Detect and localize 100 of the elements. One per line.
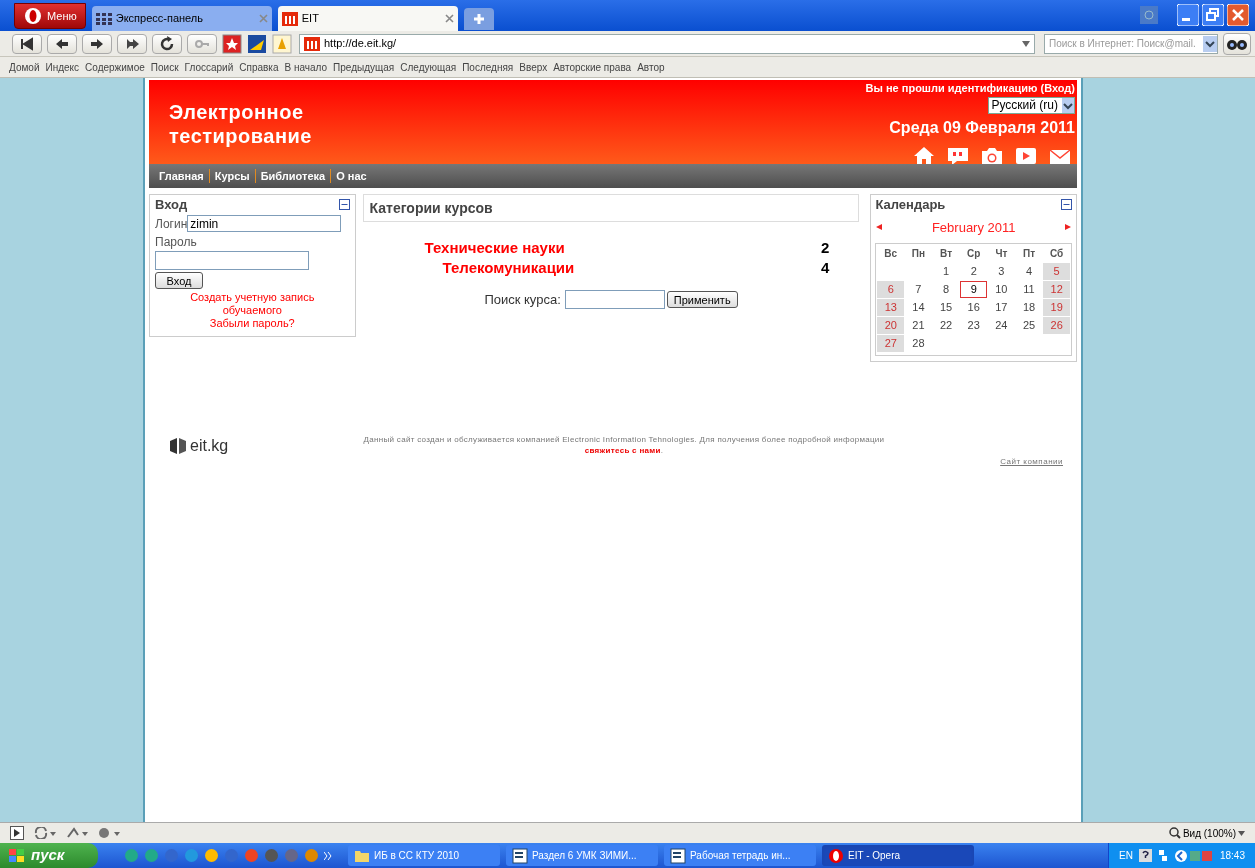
calendar-day[interactable]: 2 bbox=[960, 263, 988, 280]
apply-button[interactable]: Применить bbox=[666, 291, 738, 309]
chevron-icon[interactable] bbox=[324, 851, 332, 860]
nav-link[interactable]: Следующая bbox=[400, 59, 457, 75]
calendar-day[interactable]: 8 bbox=[932, 281, 960, 298]
search-field[interactable] bbox=[564, 290, 665, 310]
calendar-day[interactable]: 24 bbox=[988, 317, 1015, 334]
calendar-day[interactable]: 9 bbox=[960, 281, 988, 298]
calendar-day[interactable]: 22 bbox=[932, 317, 960, 334]
first-page-button[interactable] bbox=[12, 33, 42, 54]
search-field[interactable]: Поиск в Интернет: Поиск@mail. bbox=[1044, 33, 1218, 54]
collapse-icon[interactable] bbox=[1061, 199, 1072, 211]
nav-link[interactable]: Последняя bbox=[462, 59, 514, 75]
app-icon[interactable] bbox=[204, 848, 219, 863]
login-button[interactable]: Вход bbox=[155, 271, 203, 289]
menu-link[interactable]: Главная bbox=[159, 167, 204, 185]
footer-text: Данный сайт создан и обслуживается компанией Electronic Information Tehnologies. Для получения более подробной информации свяжитесь с нами. bbox=[362, 434, 886, 456]
video-icon[interactable] bbox=[1015, 145, 1037, 166]
calendar-day[interactable]: 21 bbox=[905, 317, 932, 334]
next-icon[interactable] bbox=[1065, 224, 1071, 231]
calendar-day[interactable]: 12 bbox=[1043, 281, 1070, 298]
search-button[interactable] bbox=[1223, 32, 1251, 55]
menu-link[interactable]: Курсы bbox=[214, 167, 250, 185]
nav-link[interactable]: Глоссарий bbox=[184, 59, 234, 75]
minimize-icon[interactable] bbox=[1177, 4, 1199, 26]
nav-link[interactable]: Авторские права bbox=[553, 59, 632, 75]
calendar-day[interactable]: 18 bbox=[1015, 299, 1043, 316]
taskbar-button[interactable]: Рабочая тетрадь ин... bbox=[664, 845, 816, 866]
back-button[interactable] bbox=[47, 33, 77, 54]
tab[interactable]: EIT bbox=[277, 6, 458, 31]
plane-icon[interactable] bbox=[247, 33, 267, 54]
calendar-day[interactable]: 23 bbox=[960, 317, 988, 334]
nav-link[interactable]: Автор bbox=[637, 59, 665, 75]
tab[interactable]: Экспресс-панель bbox=[91, 6, 272, 31]
calendar-day[interactable]: 19 bbox=[1043, 299, 1070, 316]
calendar-day[interactable]: 5 bbox=[1043, 263, 1070, 280]
field-label: Пароль bbox=[155, 233, 198, 251]
calendar-day[interactable]: 14 bbox=[905, 299, 932, 316]
document-icon bbox=[670, 847, 686, 864]
new-tab-button[interactable] bbox=[463, 8, 494, 30]
calendar-day[interactable]: 27 bbox=[877, 335, 905, 352]
home-icon[interactable] bbox=[913, 145, 935, 166]
menu-link[interactable]: О нас bbox=[336, 167, 367, 185]
calendar-day[interactable]: 10 bbox=[988, 281, 1015, 298]
contact-link[interactable]: свяжитесь с нами bbox=[584, 446, 661, 455]
calendar-day[interactable]: 7 bbox=[905, 281, 932, 298]
collapse-icon[interactable] bbox=[338, 199, 350, 211]
calendar-day[interactable]: 1 bbox=[932, 263, 960, 280]
language-select[interactable]: Русский (ru) bbox=[988, 96, 1075, 114]
taskbar-button[interactable]: EIT - Opera bbox=[822, 845, 974, 866]
nav-link[interactable]: Индекс bbox=[45, 59, 80, 75]
calendar-day[interactable]: 28 bbox=[905, 335, 932, 352]
link[interactable]: Забыли пароль? bbox=[177, 316, 328, 330]
close-icon[interactable] bbox=[444, 14, 454, 23]
menu-link[interactable]: Библиотека bbox=[260, 167, 326, 185]
panel-toggle-icon[interactable] bbox=[10, 826, 24, 840]
taskbar-button[interactable]: Раздел 6 УМК ЗИМИ... bbox=[506, 845, 658, 866]
link[interactable]: Создать учетную запись обучаемого bbox=[177, 290, 328, 317]
globe-icon[interactable] bbox=[98, 827, 120, 839]
sync-icon[interactable] bbox=[34, 827, 56, 839]
login-field[interactable]: zimin bbox=[187, 215, 342, 232]
reload-button[interactable] bbox=[152, 33, 182, 54]
calendar-day[interactable]: 20 bbox=[877, 317, 905, 334]
camera-icon[interactable] bbox=[981, 145, 1003, 166]
previous-icon[interactable] bbox=[876, 224, 883, 231]
zoom-button[interactable]: Вид (100%) bbox=[1168, 825, 1245, 841]
windows-logo-icon bbox=[8, 847, 26, 864]
calendar-day[interactable]: 4 bbox=[1015, 263, 1043, 280]
nav-link[interactable]: Предыдущая bbox=[333, 59, 395, 75]
weekday-label: Вс bbox=[883, 247, 899, 261]
forward-button[interactable] bbox=[82, 33, 112, 54]
date-text: Среда 09 Февраля 2011 bbox=[889, 117, 1075, 138]
restore-icon[interactable] bbox=[1202, 4, 1224, 26]
calendar-day[interactable]: 3 bbox=[988, 263, 1015, 280]
taskbar-button[interactable]: ИБ в СС КТУ 2010 bbox=[348, 845, 500, 866]
company-link[interactable]: Сайт компании bbox=[1000, 456, 1063, 468]
calendar-day[interactable]: 15 bbox=[932, 299, 960, 316]
menu-button[interactable]: Меню bbox=[14, 3, 86, 29]
nav-link[interactable]: Домой bbox=[9, 59, 40, 75]
weekday-label: Пн bbox=[910, 247, 926, 261]
calendar-day[interactable]: 13 bbox=[877, 299, 905, 316]
nav-link[interactable]: Поиск bbox=[150, 59, 179, 75]
calendar-day[interactable]: 16 bbox=[960, 299, 988, 316]
login-status[interactable]: Вы не прошли идентификацию (Вход) bbox=[865, 80, 1075, 97]
help-icon[interactable] bbox=[1138, 849, 1152, 862]
nav-link[interactable]: Содержимое bbox=[85, 59, 145, 75]
nav-link[interactable]: Вверх bbox=[519, 59, 548, 75]
calendar-day[interactable]: 6 bbox=[877, 281, 905, 298]
calendar-day[interactable]: 11 bbox=[1015, 281, 1043, 298]
password-field[interactable] bbox=[155, 250, 309, 270]
calendar-day[interactable]: 17 bbox=[988, 299, 1015, 316]
address-field[interactable]: http://de.eit.kg/ bbox=[299, 33, 1035, 54]
calendar-day[interactable]: 25 bbox=[1015, 317, 1043, 334]
calendar-day[interactable]: 26 bbox=[1043, 317, 1070, 334]
fast-forward-button[interactable] bbox=[117, 33, 147, 54]
nav-link[interactable]: В начало bbox=[284, 59, 328, 75]
key-button[interactable] bbox=[187, 33, 217, 54]
tray-icons-drawing[interactable] bbox=[1173, 848, 1214, 863]
nav-link[interactable]: Справка bbox=[239, 59, 279, 75]
quote-icon[interactable] bbox=[947, 145, 969, 166]
